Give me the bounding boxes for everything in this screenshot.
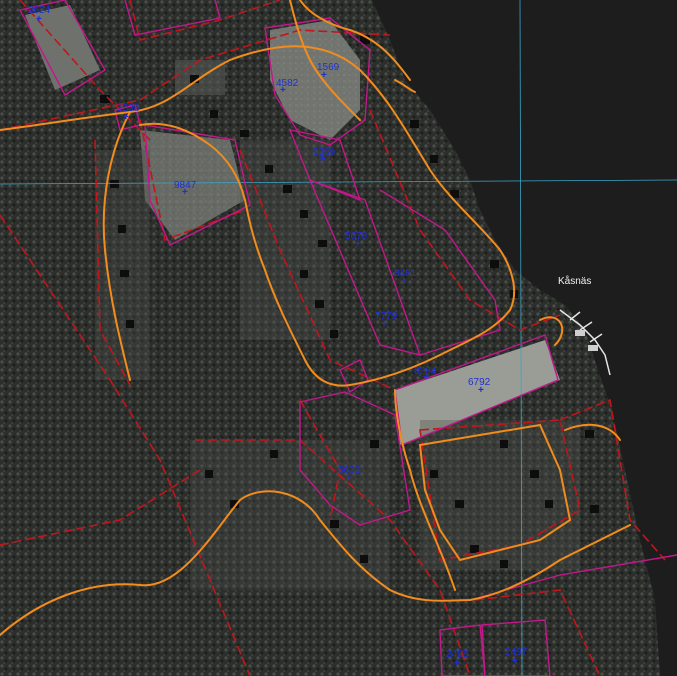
parcel-label: 6792 — [468, 377, 491, 388]
parcel-label: 1038 — [117, 103, 140, 114]
parcel-label: 5678 — [345, 231, 368, 242]
parcel-label: 4582 — [276, 78, 299, 89]
parcel-label: 5633 — [338, 465, 361, 476]
parcel-label: 9369 — [313, 147, 336, 158]
map-view[interactable]: + 2624 + 1038 + 4582 + 1569 + 9369 + 984… — [0, 0, 677, 676]
parcel-label: 2497 — [505, 647, 528, 658]
house-block — [240, 140, 330, 340]
parcel-label: 7779 — [375, 311, 398, 322]
parcel-label: 2488 — [446, 649, 469, 660]
parcel-label: 8481 — [394, 268, 417, 279]
parcel-label: 1569 — [317, 62, 340, 73]
parcel-label: 9847 — [174, 180, 197, 191]
house-block — [190, 440, 390, 590]
map-canvas[interactable]: + 2624 + 1038 + 4582 + 1569 + 9369 + 984… — [0, 0, 677, 676]
parcel-label: 8284 — [414, 366, 437, 377]
parcel-label: 2624 — [28, 5, 51, 16]
place-name-label: Kåsnäs — [558, 275, 591, 287]
